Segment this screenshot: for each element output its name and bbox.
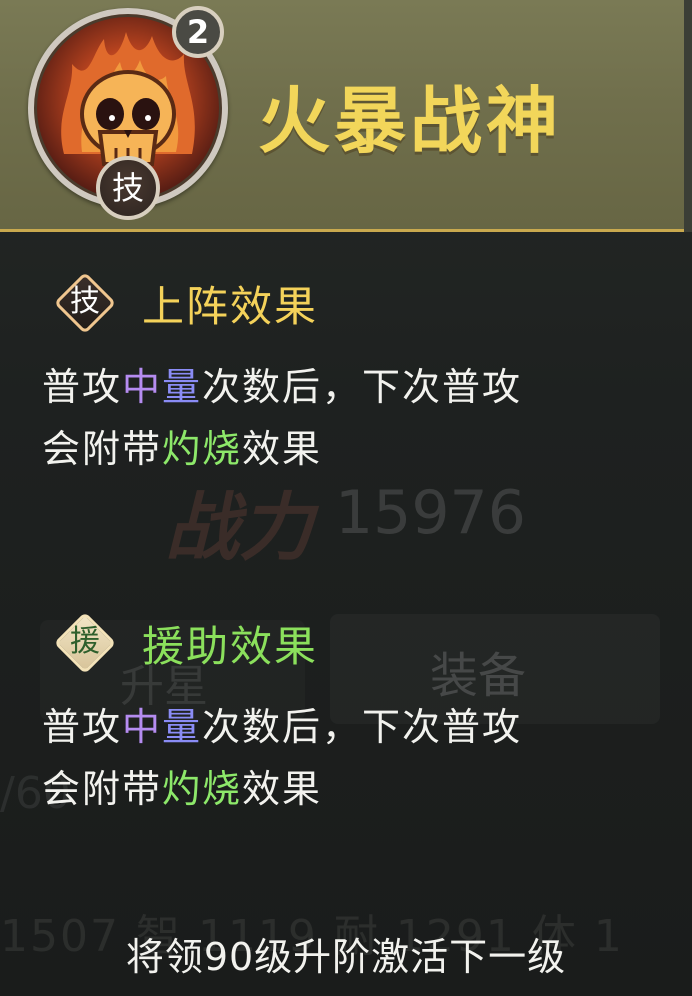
- ghost-power-value: 15976: [335, 478, 526, 548]
- skill-level-badge: 2: [172, 6, 224, 58]
- skill-detail-panel: 战力 15976 装备 升星 /60 1507 智 1119 耐 1291 体 …: [0, 0, 692, 996]
- skill-diamond-char: 技: [70, 284, 100, 319]
- assist-effect-line-2: 会附带灼烧效果: [42, 767, 323, 811]
- assist-diamond-icon: 援: [50, 608, 120, 678]
- deploy-effect-line-1: 普攻中量次数后，下次普攻: [42, 365, 523, 409]
- deploy-effect-title: 上阵效果: [142, 281, 319, 331]
- skill-diamond-icon: 技: [50, 268, 120, 338]
- assist-effect-heading: 援 援助效果: [50, 608, 318, 678]
- skill-type-badge: 技: [96, 156, 160, 220]
- assist-effect-title: 援助效果: [142, 621, 319, 671]
- header-edge: [684, 0, 692, 232]
- assist-effect-description: 普攻中量次数后，下次普攻 会附带灼烧效果: [42, 696, 662, 820]
- assist-effect-line-1: 普攻中量次数后，下次普攻: [42, 705, 523, 749]
- upgrade-hint: 将领90级升阶激活下一级: [125, 935, 567, 979]
- deploy-effect-line-2: 会附带灼烧效果: [42, 427, 323, 471]
- skill-title: 火暴战神: [258, 79, 563, 163]
- assist-diamond-char: 援: [70, 624, 100, 659]
- deploy-effect-heading: 技 上阵效果: [50, 268, 318, 338]
- ghost-power-label: 战力: [165, 485, 313, 571]
- deploy-effect-description: 普攻中量次数后，下次普攻 会附带灼烧效果: [42, 356, 662, 480]
